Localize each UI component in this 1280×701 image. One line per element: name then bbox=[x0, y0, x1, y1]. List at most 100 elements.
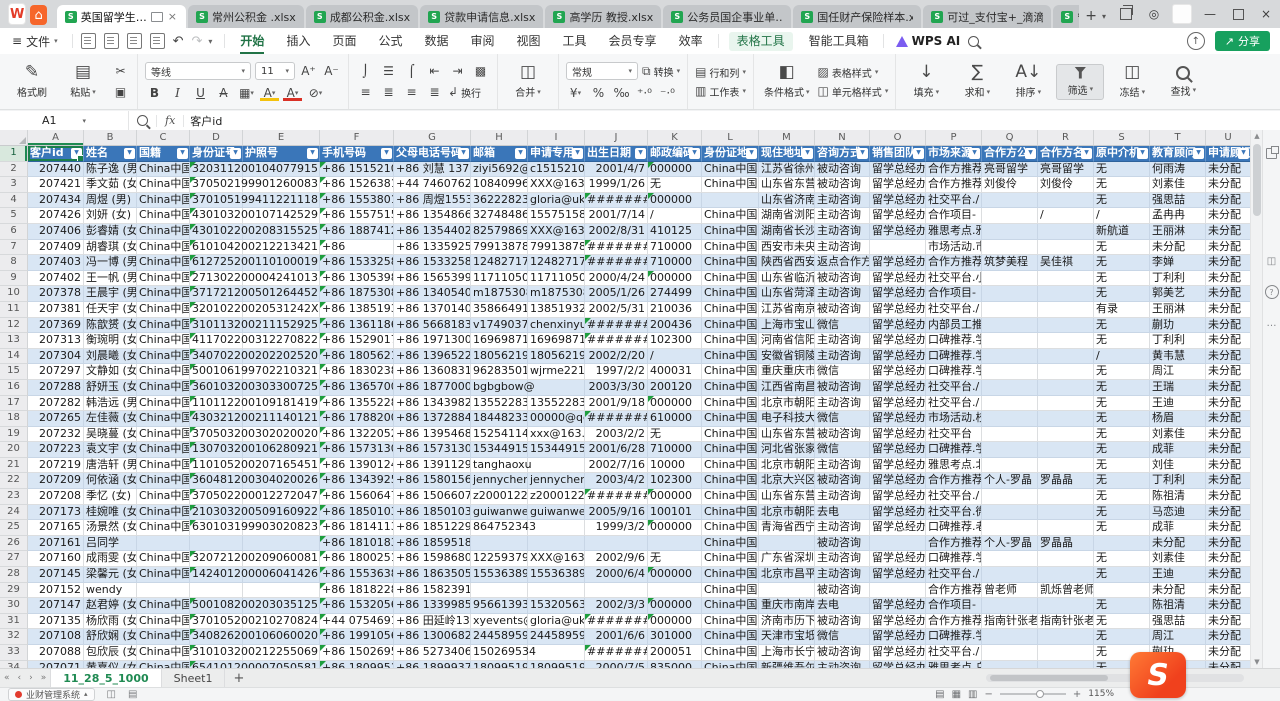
cell[interactable]: China中国 bbox=[702, 536, 759, 552]
cell[interactable]: +86 1971300890 bbox=[394, 333, 471, 349]
cell[interactable]: 无 bbox=[1094, 614, 1150, 630]
cell[interactable]: 未分配 bbox=[1206, 208, 1250, 224]
zoom-slider[interactable] bbox=[1000, 693, 1066, 695]
align-middle-icon[interactable]: ☰ bbox=[379, 63, 398, 80]
cell[interactable]: 王丽淋 bbox=[1150, 224, 1206, 240]
header-cell[interactable]: 咨询方式▼ bbox=[815, 146, 870, 162]
cell[interactable]: 山东省东营 bbox=[759, 427, 815, 443]
cell[interactable]: jennychen bbox=[528, 473, 585, 489]
cell[interactable]: 主动咨询 bbox=[815, 551, 870, 567]
cell[interactable]: 未分配 bbox=[1206, 318, 1250, 334]
clear-format-button[interactable]: ⊘▾ bbox=[306, 84, 325, 101]
align-right-icon[interactable]: ≡ bbox=[402, 84, 421, 101]
cell[interactable] bbox=[1038, 551, 1094, 567]
cell[interactable]: 主动咨询 bbox=[815, 396, 870, 412]
cell[interactable]: +44 07546918 bbox=[320, 614, 394, 630]
cell[interactable]: 留学总经办 bbox=[870, 645, 926, 661]
row-header[interactable]: 32 bbox=[0, 629, 28, 645]
cell[interactable]: China中国 bbox=[137, 208, 190, 224]
filter-dropdown-icon[interactable]: ▼ bbox=[802, 148, 813, 159]
cell[interactable]: 留学总经办 bbox=[870, 208, 926, 224]
cell[interactable] bbox=[585, 583, 648, 599]
tab-插入[interactable]: 插入 bbox=[275, 28, 321, 54]
cell[interactable]: 210303200509160922 bbox=[190, 505, 243, 521]
tab-效率[interactable]: 效率 bbox=[668, 28, 714, 54]
tab-会员专享[interactable]: 会员专享 bbox=[598, 28, 668, 54]
cell[interactable]: 微信 bbox=[815, 629, 870, 645]
cell[interactable]: 无 bbox=[1094, 567, 1150, 583]
cell[interactable]: China中国 bbox=[137, 396, 190, 412]
cell[interactable]: China中国 bbox=[702, 255, 759, 271]
cell[interactable] bbox=[982, 551, 1038, 567]
cell[interactable]: 未分配 bbox=[1206, 271, 1250, 287]
column-header-L[interactable]: L bbox=[702, 130, 759, 146]
cell[interactable]: 1999/1/26 bbox=[585, 177, 648, 193]
row-header[interactable]: 7 bbox=[0, 240, 28, 256]
row-header[interactable]: 30 bbox=[0, 598, 28, 614]
cell[interactable]: 2002/8/31 bbox=[585, 224, 648, 240]
sheet-tab[interactable]: Sheet1 bbox=[162, 669, 226, 687]
cell[interactable] bbox=[1038, 520, 1094, 536]
horizontal-scroll-thumb[interactable] bbox=[990, 675, 1108, 681]
filter-dropdown-icon[interactable]: ▼ bbox=[307, 148, 318, 159]
cell[interactable] bbox=[1038, 240, 1094, 256]
filter-dropdown-icon[interactable]: ▼ bbox=[1025, 148, 1036, 159]
cell[interactable]: 411702200312270822 bbox=[190, 333, 243, 349]
cell[interactable]: 孟冉冉 bbox=[1150, 208, 1206, 224]
cell[interactable]: China中国 bbox=[702, 396, 759, 412]
horizontal-scrollbar[interactable] bbox=[986, 674, 1244, 682]
decrease-decimal-button[interactable]: ⁻·⁰ bbox=[658, 84, 677, 101]
cell[interactable]: 指南针张老 bbox=[982, 614, 1038, 630]
cell[interactable]: 留学总经办 bbox=[870, 520, 926, 536]
cell[interactable]: 207160 bbox=[28, 551, 84, 567]
cell[interactable]: 山东省临沂 bbox=[759, 271, 815, 287]
cell[interactable]: 207219 bbox=[28, 458, 84, 474]
cell[interactable]: xxx@163.c bbox=[528, 427, 585, 443]
cell[interactable]: +86 1372884680 bbox=[394, 411, 471, 427]
cell[interactable]: 吴佳祺 bbox=[1038, 255, 1094, 271]
cell[interactable]: 无 bbox=[648, 427, 702, 443]
cell[interactable]: 季文茹 (女 bbox=[84, 177, 137, 193]
cell[interactable]: 社交平台./ bbox=[926, 193, 982, 209]
cell[interactable]: 雅思考点.乌 bbox=[926, 661, 982, 668]
minimize-button[interactable]: — bbox=[1196, 0, 1224, 28]
name-box[interactable]: A1 ▾ bbox=[0, 111, 129, 130]
cell[interactable]: +86 13220522 bbox=[320, 427, 394, 443]
cell[interactable]: +86 52734062 bbox=[394, 645, 471, 661]
cell[interactable] bbox=[528, 520, 585, 536]
cell[interactable] bbox=[982, 318, 1038, 334]
cell[interactable]: ziyi5692@q bbox=[471, 162, 528, 178]
cell[interactable]: China中国 bbox=[137, 255, 190, 271]
header-cell[interactable]: 父母电话号码▼ bbox=[394, 146, 471, 162]
maximize-button[interactable] bbox=[1224, 0, 1252, 28]
cell[interactable]: 155363896 bbox=[528, 567, 585, 583]
cell[interactable]: 340702200202202520 bbox=[190, 349, 243, 365]
cut-button[interactable]: ✂ bbox=[111, 63, 130, 80]
cell[interactable]: 2002/9/6 bbox=[585, 551, 648, 567]
cell[interactable]: 陕西省西安 bbox=[759, 255, 815, 271]
cell[interactable]: China中国 bbox=[702, 162, 759, 178]
cell[interactable]: 留学总经办 bbox=[870, 349, 926, 365]
row-header[interactable]: 33 bbox=[0, 645, 28, 661]
highlight-color-button[interactable]: A▾ bbox=[260, 84, 279, 101]
cell[interactable]: wjrme221@ bbox=[528, 364, 585, 380]
row-header[interactable]: 18 bbox=[0, 411, 28, 427]
cell[interactable]: ######## bbox=[585, 193, 648, 209]
cell[interactable]: +86 13901242 bbox=[320, 458, 394, 474]
cell[interactable]: 马恋迪 bbox=[1150, 505, 1206, 521]
cell[interactable]: +86 15731301 bbox=[320, 442, 394, 458]
filter-dropdown-icon[interactable]: ▼ bbox=[746, 148, 757, 159]
cell[interactable]: v17490376 bbox=[471, 318, 528, 334]
worksheet-button[interactable]: ▥ 工作表▾ bbox=[695, 84, 746, 99]
cell[interactable] bbox=[648, 536, 702, 552]
cell[interactable]: 社交平台 bbox=[926, 427, 982, 443]
cell[interactable] bbox=[243, 583, 320, 599]
cell[interactable]: 180562199 bbox=[528, 349, 585, 365]
row-header[interactable]: 14 bbox=[0, 349, 28, 365]
wps-logo-icon[interactable]: W bbox=[8, 3, 26, 25]
panel-copilot-icon[interactable] bbox=[1266, 148, 1277, 159]
column-header-E[interactable]: E bbox=[243, 130, 320, 146]
cell[interactable]: 亮哥留学 bbox=[982, 162, 1038, 178]
cell[interactable]: 黄韦慧 bbox=[1150, 349, 1206, 365]
cell[interactable] bbox=[190, 536, 243, 552]
